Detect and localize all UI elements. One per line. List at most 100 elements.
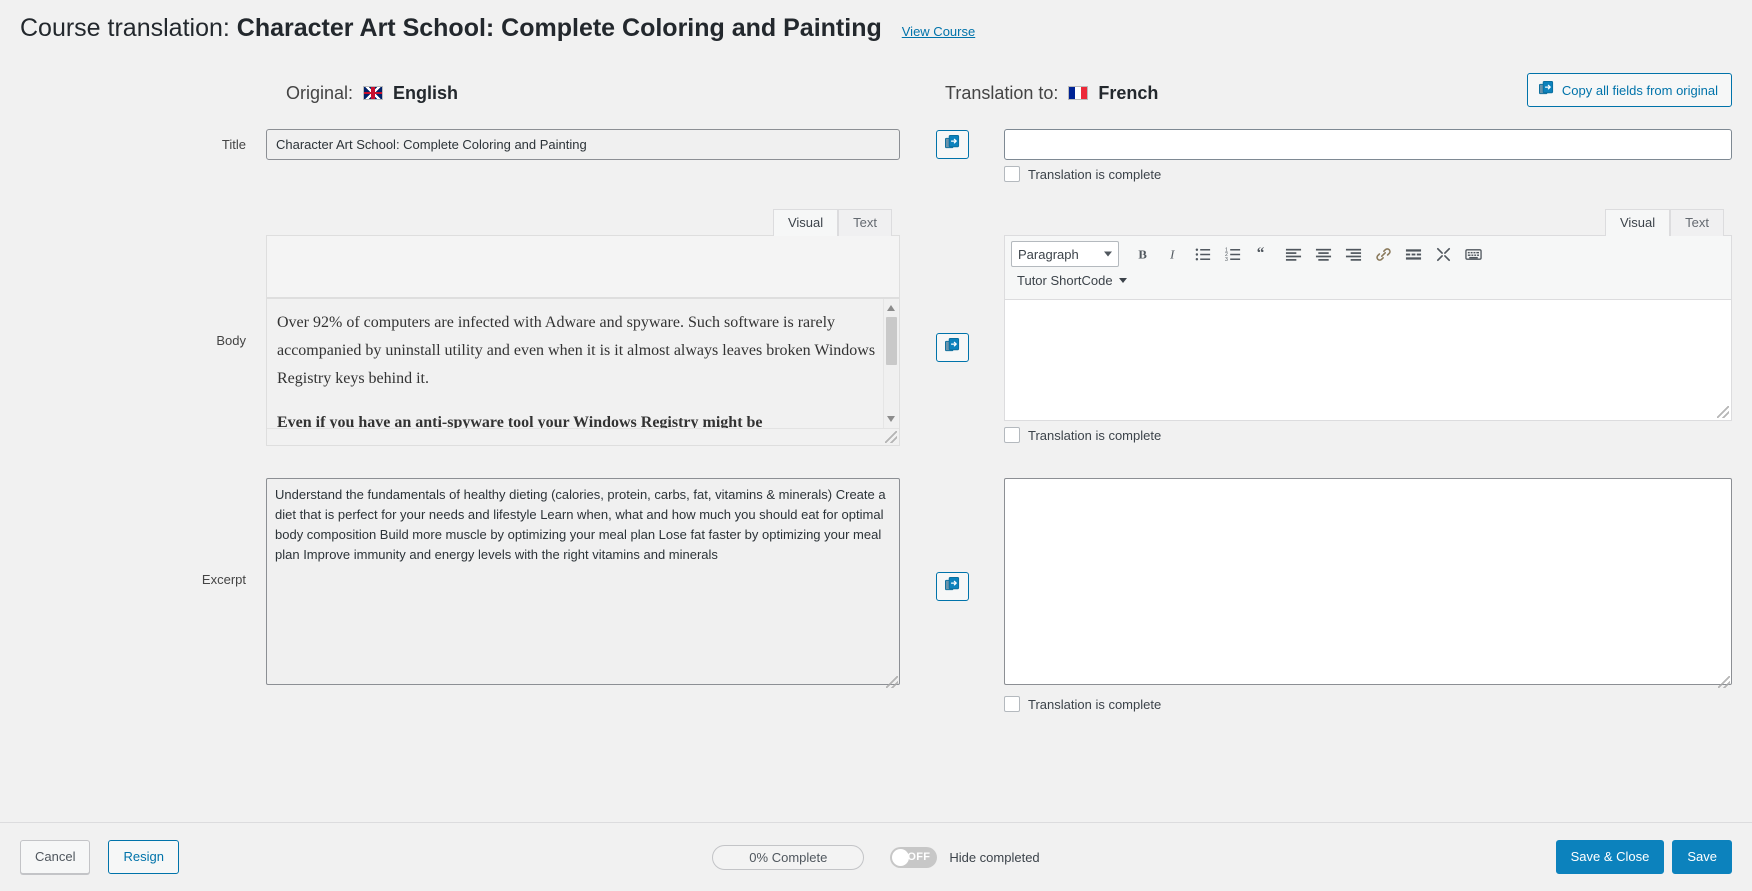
- scroll-down-arrow-icon[interactable]: [887, 416, 895, 422]
- body-original-paragraph-1: Over 92% of computers are infected with …: [277, 314, 876, 387]
- title-original-cell: [266, 129, 900, 160]
- blockquote-icon[interactable]: “: [1249, 241, 1277, 267]
- fullscreen-icon[interactable]: [1429, 241, 1457, 267]
- column-headers: Original: English Translation to: French…: [20, 73, 1732, 113]
- body-original-content-area[interactable]: Over 92% of computers are infected with …: [267, 298, 899, 428]
- original-language: English: [393, 82, 459, 103]
- save-button[interactable]: Save: [1672, 839, 1732, 875]
- copy-icon: [944, 337, 960, 358]
- body-original-toolbar: [267, 236, 899, 298]
- body-translation-tab-text[interactable]: Text: [1670, 209, 1724, 236]
- copy-all-fields-label: Copy all fields from original: [1561, 82, 1718, 98]
- excerpt-original-cell: Understand the fundamentals of healthy d…: [266, 478, 900, 690]
- toggle-state-label: OFF: [907, 851, 931, 863]
- svg-text:I: I: [1169, 247, 1175, 261]
- copy-icon: [944, 134, 960, 155]
- resize-grip-icon[interactable]: [885, 431, 897, 443]
- title-translation-input[interactable]: [1004, 129, 1732, 160]
- format-select[interactable]: Paragraph: [1011, 241, 1119, 267]
- copy-body-button[interactable]: [935, 333, 969, 362]
- tutor-shortcode-label: Tutor ShortCode: [1017, 273, 1113, 288]
- body-original-tabs: Visual Text: [266, 208, 900, 236]
- page-title: Course translation: Character Art School…: [20, 14, 882, 43]
- hide-completed-label: Hide completed: [949, 849, 1040, 865]
- title-copy-cell: [900, 129, 1004, 159]
- link-icon[interactable]: [1369, 241, 1397, 267]
- field-row-excerpt: Excerpt Understand the fundamentals of h…: [20, 478, 1732, 712]
- body-original-scrollbar[interactable]: [883, 299, 898, 428]
- france-flag-icon: [1068, 86, 1089, 100]
- resign-button[interactable]: Resign: [108, 839, 179, 875]
- align-center-icon[interactable]: [1309, 241, 1337, 267]
- scrollbar-thumb[interactable]: [886, 317, 897, 365]
- excerpt-translation-cell: Translation is complete: [1004, 478, 1732, 712]
- numbered-list-icon[interactable]: 1 2 3: [1219, 241, 1247, 267]
- body-original-cell: Visual Text Over 92% of computers are in…: [266, 208, 900, 446]
- body-translation-tab-visual[interactable]: Visual: [1604, 209, 1671, 236]
- italic-icon[interactable]: I: [1159, 241, 1187, 267]
- body-complete-checkbox[interactable]: [1004, 427, 1020, 443]
- copy-all-fields-button[interactable]: Copy all fields from original: [1526, 73, 1732, 107]
- body-original-tab-text[interactable]: Text: [838, 209, 892, 236]
- title-translation-cell: Translation is complete: [1004, 129, 1732, 182]
- toolbar-row-2: Tutor ShortCode: [1011, 267, 1727, 293]
- body-original-tab-visual[interactable]: Visual: [772, 209, 839, 236]
- uk-flag-icon: [363, 86, 384, 100]
- excerpt-original-textarea[interactable]: Understand the fundamentals of healthy d…: [266, 478, 900, 685]
- svg-text:“: “: [1256, 246, 1264, 262]
- copy-title-button[interactable]: [935, 130, 969, 159]
- excerpt-complete-checkbox[interactable]: [1004, 696, 1020, 712]
- body-translation-content: [1005, 300, 1731, 420]
- toolbar-toggle-icon[interactable]: [1459, 241, 1487, 267]
- body-copy-cell: [900, 208, 1004, 362]
- title-complete-row[interactable]: Translation is complete: [1004, 166, 1732, 182]
- read-more-icon[interactable]: [1399, 241, 1427, 267]
- align-left-icon[interactable]: [1279, 241, 1307, 267]
- translation-label: Translation to:: [945, 82, 1059, 103]
- body-complete-row[interactable]: Translation is complete: [1004, 427, 1732, 443]
- resize-grip-icon[interactable]: [886, 676, 898, 688]
- body-original-paragraph-2: Even if you have an anti-spyware tool yo…: [277, 414, 763, 428]
- svg-text:B: B: [1138, 247, 1147, 261]
- body-translation-content-area[interactable]: [1005, 300, 1731, 420]
- format-select-value: Paragraph: [1018, 246, 1079, 262]
- save-and-close-button[interactable]: Save & Close: [1555, 839, 1665, 875]
- resize-grip-icon[interactable]: [1717, 406, 1729, 418]
- bulleted-list-icon[interactable]: [1189, 241, 1217, 267]
- field-row-body: Body Visual Text Over 92% of computers a…: [20, 208, 1732, 446]
- page-header: Course translation: Character Art School…: [0, 0, 1752, 57]
- body-translation-toolbar: Paragraph B I 1 2 3 “ Tutor ShortCode: [1005, 236, 1731, 300]
- excerpt-copy-cell: [900, 478, 1004, 601]
- hide-completed-toggle[interactable]: OFF: [890, 846, 938, 868]
- toolbar-row-1: Paragraph B I 1 2 3 “: [1011, 241, 1727, 267]
- excerpt-complete-label: Translation is complete: [1028, 696, 1162, 712]
- tutor-shortcode-button[interactable]: Tutor ShortCode: [1013, 270, 1131, 291]
- hide-completed-control: OFF Hide completed: [890, 846, 1040, 868]
- bold-icon[interactable]: B: [1129, 241, 1157, 267]
- original-label: Original:: [286, 82, 354, 103]
- title-complete-label: Translation is complete: [1028, 166, 1162, 182]
- svg-text:3: 3: [1225, 257, 1228, 263]
- body-field-label: Body: [216, 333, 246, 348]
- scroll-up-arrow-icon[interactable]: [887, 305, 895, 311]
- title-original-input[interactable]: [266, 129, 900, 160]
- footer-center-status: 0% Complete OFF Hide completed: [0, 844, 1752, 870]
- excerpt-translation-textarea[interactable]: [1004, 478, 1732, 685]
- translation-editor: Original: English Translation to: French…: [0, 73, 1752, 712]
- field-row-title: Title Translation is complete: [20, 129, 1732, 182]
- cancel-button[interactable]: Cancel: [20, 839, 91, 875]
- copy-icon: [944, 576, 960, 597]
- view-course-link[interactable]: View Course: [902, 24, 975, 39]
- body-translation-editor: Paragraph B I 1 2 3 “ Tutor ShortCode: [1004, 235, 1732, 421]
- excerpt-complete-row[interactable]: Translation is complete: [1004, 696, 1732, 712]
- align-right-icon[interactable]: [1339, 241, 1367, 267]
- title-field-label: Title: [221, 137, 246, 152]
- resize-grip-icon[interactable]: [1718, 676, 1730, 688]
- footer-bar: Cancel Resign 0% Complete OFF Hide compl…: [0, 822, 1752, 891]
- excerpt-field-label: Excerpt: [201, 572, 246, 587]
- copy-excerpt-button[interactable]: [935, 572, 969, 601]
- body-complete-label: Translation is complete: [1028, 427, 1162, 443]
- body-original-content: Over 92% of computers are infected with …: [267, 299, 899, 428]
- page-title-course: Character Art School: Complete Coloring …: [236, 14, 882, 42]
- title-complete-checkbox[interactable]: [1004, 166, 1020, 182]
